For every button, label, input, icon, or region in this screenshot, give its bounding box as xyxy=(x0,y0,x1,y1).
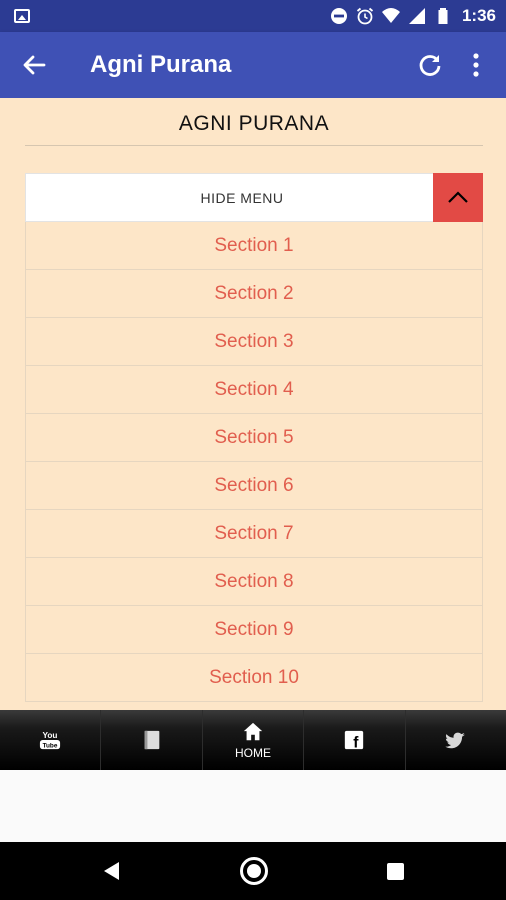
menu-item-section-7[interactable]: Section 7 xyxy=(25,510,483,558)
app-bar: Agni Purana xyxy=(0,32,506,98)
nav-youtube[interactable]: You Tube xyxy=(0,710,102,770)
bottom-nav: You Tube HOME f xyxy=(0,710,506,770)
nav-home[interactable]: HOME xyxy=(203,710,305,770)
alarm-icon xyxy=(356,7,374,25)
menu-item-section-8[interactable]: Section 8 xyxy=(25,558,483,606)
app-title: Agni Purana xyxy=(90,51,232,78)
book-icon xyxy=(144,730,159,750)
svg-text:f: f xyxy=(354,734,360,751)
menu-item-section-3[interactable]: Section 3 xyxy=(25,318,483,366)
do-not-disturb-icon xyxy=(330,7,348,25)
menu-item-section-5[interactable]: Section 5 xyxy=(25,414,483,462)
section-menu: HIDE MENU Section 1 Section 2 Section 3 … xyxy=(25,173,483,702)
hide-menu-label[interactable]: HIDE MENU xyxy=(26,190,458,206)
home-icon xyxy=(243,722,263,740)
system-home-icon[interactable] xyxy=(240,857,268,885)
twitter-icon xyxy=(445,732,465,749)
menu-item-section-2[interactable]: Section 2 xyxy=(25,270,483,318)
more-vert-icon[interactable] xyxy=(462,51,490,79)
status-bar: 1:36 xyxy=(0,0,506,32)
menu-item-section-4[interactable]: Section 4 xyxy=(25,366,483,414)
system-recents-icon[interactable] xyxy=(387,863,404,880)
svg-text:Tube: Tube xyxy=(43,742,58,749)
nav-book[interactable] xyxy=(101,710,203,770)
nav-twitter[interactable] xyxy=(406,710,506,770)
image-notification-icon xyxy=(14,9,30,23)
facebook-icon: f xyxy=(345,730,364,751)
heading-divider xyxy=(25,145,483,146)
youtube-icon: You Tube xyxy=(40,731,61,749)
menu-item-section-6[interactable]: Section 6 xyxy=(25,462,483,510)
status-time: 1:36 xyxy=(461,6,496,25)
blank-area xyxy=(0,770,506,842)
back-arrow-icon[interactable] xyxy=(20,51,48,79)
page-heading: AGNI PURANA xyxy=(178,112,330,135)
battery-icon xyxy=(434,7,452,25)
collapse-menu-button[interactable] xyxy=(433,173,483,222)
menu-item-section-9[interactable]: Section 9 xyxy=(25,606,483,654)
menu-header[interactable]: HIDE MENU xyxy=(25,173,483,222)
menu-item-section-1[interactable]: Section 1 xyxy=(25,222,483,270)
system-nav-bar xyxy=(0,842,506,900)
chevron-up-icon xyxy=(448,190,468,203)
system-back-icon[interactable] xyxy=(101,860,123,882)
nav-facebook[interactable]: f xyxy=(304,710,406,770)
wifi-icon xyxy=(381,7,400,25)
nav-home-label: HOME xyxy=(235,745,272,760)
svg-text:You: You xyxy=(43,731,58,740)
menu-item-section-10[interactable]: Section 10 xyxy=(25,654,483,702)
refresh-icon[interactable] xyxy=(416,51,444,79)
content-area: AGNI PURANA HIDE MENU Section 1 Section … xyxy=(0,98,506,710)
signal-icon xyxy=(408,7,426,25)
